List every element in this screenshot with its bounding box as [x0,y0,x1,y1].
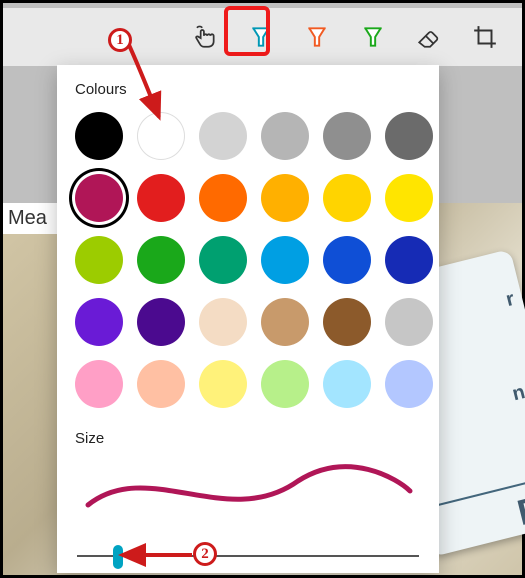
eraser-tool[interactable] [412,20,446,54]
pen-settings-popup: Colours Size [57,65,439,573]
colour-swatch[interactable] [75,360,123,408]
stroke-preview [75,461,421,515]
colour-swatch[interactable] [75,174,123,222]
colour-swatch[interactable] [385,360,433,408]
slider-thumb[interactable] [113,545,123,569]
colour-swatch[interactable] [75,298,123,346]
crop-tool[interactable] [468,20,502,54]
colour-swatch[interactable] [385,236,433,284]
colour-swatch[interactable] [199,236,247,284]
bg-text: Mea [3,203,57,234]
colour-swatch[interactable] [385,112,433,160]
pen-tool[interactable] [244,20,278,54]
colour-swatch[interactable] [385,174,433,222]
colour-swatch-grid [75,112,421,408]
callout-1: 1 [108,28,132,52]
colours-heading: Colours [75,81,421,98]
pencil-tool[interactable] [300,20,334,54]
colour-swatch[interactable] [137,236,185,284]
colour-swatch[interactable] [75,112,123,160]
colour-swatch[interactable] [323,112,371,160]
colour-swatch[interactable] [261,236,309,284]
colour-swatch[interactable] [137,360,185,408]
colour-swatch[interactable] [261,298,309,346]
colour-swatch[interactable] [199,174,247,222]
colour-swatch[interactable] [137,112,185,160]
colour-swatch[interactable] [385,298,433,346]
colour-swatch[interactable] [199,298,247,346]
colour-swatch[interactable] [75,236,123,284]
size-heading: Size [75,430,421,447]
annotation-toolbar [3,8,522,66]
colour-swatch[interactable] [323,360,371,408]
active-tool-indicator [231,53,263,56]
colour-swatch[interactable] [137,174,185,222]
colour-swatch[interactable] [323,298,371,346]
colour-swatch[interactable] [199,360,247,408]
callout-2: 2 [193,542,217,566]
touch-write-tool[interactable] [188,20,222,54]
colour-swatch[interactable] [261,174,309,222]
colour-swatch[interactable] [323,236,371,284]
size-slider[interactable] [75,537,421,567]
colour-swatch[interactable] [261,360,309,408]
slider-track [77,555,419,557]
colour-swatch[interactable] [261,112,309,160]
colour-swatch[interactable] [199,112,247,160]
colour-swatch[interactable] [137,298,185,346]
colour-swatch[interactable] [323,174,371,222]
highlighter-tool[interactable] [356,20,390,54]
